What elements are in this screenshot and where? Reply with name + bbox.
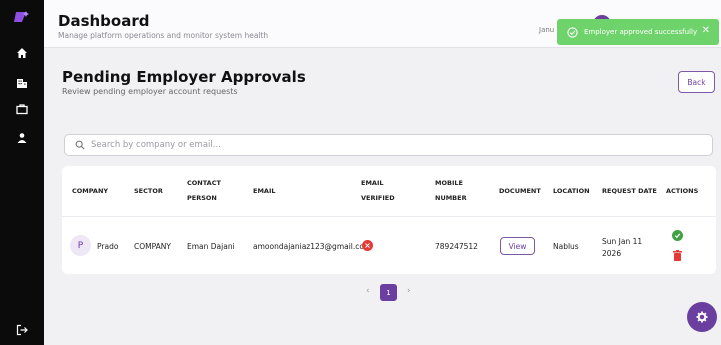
- close-icon[interactable]: ✕: [702, 25, 710, 36]
- approve-icon[interactable]: [672, 230, 683, 241]
- pagination-prev[interactable]: ‹: [366, 286, 370, 296]
- column-header-location: LOCATION: [553, 187, 590, 195]
- check-circle-icon: [567, 26, 578, 38]
- pagination-page-1[interactable]: 1: [380, 284, 397, 301]
- building-icon[interactable]: [12, 73, 32, 93]
- home-icon[interactable]: [12, 43, 32, 63]
- page-title: Dashboard: [58, 12, 150, 30]
- pagination-next[interactable]: ›: [407, 286, 411, 296]
- cell-location: Nablus: [553, 242, 579, 251]
- column-header-mobile-number: MOBILE NUMBER: [435, 179, 467, 202]
- briefcase-icon[interactable]: [12, 99, 32, 119]
- settings-button[interactable]: [687, 302, 717, 332]
- section-title: Pending Employer Approvals: [62, 68, 306, 86]
- column-header-company: COMPANY: [72, 187, 109, 195]
- column-header-contact-person: CONTACT PERSON: [187, 179, 221, 202]
- cell-sector: COMPANY: [134, 242, 171, 251]
- sidebar: [0, 0, 44, 345]
- cell-email: amoondajaniaz123@gmail.com: [253, 242, 372, 251]
- column-header-document: DOCUMENT: [499, 187, 541, 195]
- search-bar: [64, 134, 713, 156]
- header-date: Janu: [539, 26, 555, 34]
- search-icon: [75, 140, 85, 150]
- toast-message: Employer approved successfully: [584, 28, 698, 36]
- success-toast: Employer approved successfully ✕: [557, 19, 719, 45]
- column-header-actions: ACTIONS: [666, 187, 699, 195]
- page-subtitle: Manage platform operations and monitor s…: [58, 31, 269, 40]
- cell-company: Prado: [97, 242, 119, 251]
- header-divider: [62, 216, 716, 217]
- user-icon[interactable]: [12, 128, 32, 148]
- logo-icon[interactable]: [12, 7, 32, 27]
- search-input[interactable]: [91, 140, 691, 150]
- approvals-table: COMPANY SECTOR CONTACT PERSON EMAIL EMAIL…: [62, 166, 716, 274]
- view-document-button[interactable]: View: [500, 237, 535, 255]
- cell-mobile: 789247512: [435, 242, 478, 251]
- company-avatar: P: [70, 235, 91, 256]
- cell-contact: Eman Dajani: [187, 242, 235, 251]
- trash-icon[interactable]: [673, 250, 682, 261]
- x-circle-icon: ×: [362, 240, 373, 251]
- gear-icon: [696, 311, 708, 323]
- logout-icon[interactable]: [12, 320, 32, 340]
- column-header-sector: SECTOR: [134, 187, 163, 195]
- column-header-email-verified: EMAIL VERIFIED: [361, 179, 395, 202]
- section-subtitle: Review pending employer account requests: [62, 87, 238, 96]
- column-header-request-date: REQUEST DATE: [602, 187, 657, 195]
- back-button[interactable]: Back: [678, 71, 715, 93]
- cell-request-date: Sun Jan 11 2026: [602, 237, 643, 258]
- column-header-email: EMAIL: [253, 187, 276, 195]
